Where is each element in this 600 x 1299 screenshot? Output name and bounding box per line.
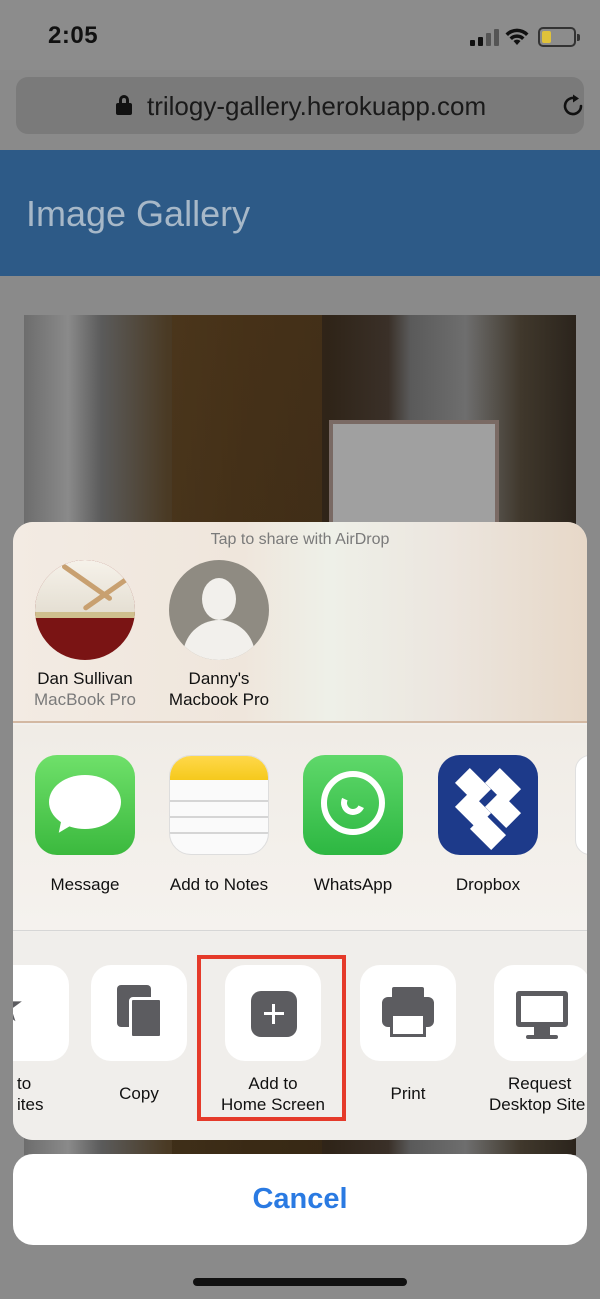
app-label: WhatsApp	[313, 875, 393, 894]
home-indicator[interactable]	[193, 1278, 407, 1286]
action-request-desktop-site[interactable]: Request Desktop Site	[477, 965, 587, 1115]
status-bar: 2:05	[0, 0, 600, 70]
share-sheet: Tap to share with AirDrop Dan Sullivan M…	[13, 522, 587, 1140]
cellular-signal-icon	[470, 28, 500, 46]
action-copy[interactable]: Copy	[74, 965, 204, 1104]
highlight-box	[197, 955, 346, 1121]
battery-icon	[538, 27, 580, 47]
app-label: Add to Notes	[169, 875, 269, 894]
airdrop-target-dannys-macbook[interactable]: Danny's Macbook Pro	[149, 560, 289, 710]
airdrop-hint: Tap to share with AirDrop	[210, 531, 390, 548]
message-icon	[35, 755, 135, 855]
airdrop-section: Tap to share with AirDrop Dan Sullivan M…	[13, 522, 587, 723]
notes-icon	[169, 755, 269, 855]
whatsapp-icon	[303, 755, 403, 855]
share-app-more[interactable]	[575, 755, 587, 855]
dropbox-icon	[438, 755, 538, 855]
reload-icon[interactable]	[560, 93, 586, 119]
action-label: Print	[390, 1084, 426, 1103]
star-icon: ★	[13, 965, 69, 1061]
app-label: Dropbox	[455, 875, 521, 894]
app-label: Message	[50, 875, 120, 894]
airdrop-device: MacBook Pro	[33, 690, 137, 709]
person-avatar-icon	[169, 560, 269, 660]
page-header: Image Gallery	[0, 150, 600, 276]
lock-icon	[116, 95, 132, 115]
share-app-notes[interactable]: Add to Notes	[159, 755, 279, 895]
action-label-line1: Request	[508, 1074, 572, 1093]
action-print[interactable]: Print	[343, 965, 473, 1104]
share-app-message[interactable]: Message	[25, 755, 145, 895]
share-app-whatsapp[interactable]: WhatsApp	[293, 755, 413, 895]
drum-avatar	[35, 560, 135, 660]
share-apps-row: Message Add to Notes WhatsApp Dropbox	[13, 725, 587, 931]
desktop-icon	[494, 965, 587, 1061]
battery-level	[542, 31, 551, 43]
status-time: 2:05	[48, 22, 99, 49]
share-actions-row: ★ to ites Copy Add to Home Screen	[13, 932, 587, 1140]
action-label: Copy	[119, 1084, 159, 1103]
print-icon	[360, 965, 456, 1061]
copy-icon	[91, 965, 187, 1061]
url-text[interactable]: trilogy-gallery.herokuapp.com	[147, 91, 486, 122]
share-app-dropbox[interactable]: Dropbox	[428, 755, 548, 895]
action-label-line2: Desktop Site	[489, 1095, 586, 1114]
airdrop-device: Macbook Pro	[168, 690, 270, 709]
cancel-button[interactable]: Cancel	[13, 1154, 587, 1245]
airdrop-name: Dan Sullivan	[37, 669, 133, 688]
airdrop-target-dan-sullivan[interactable]: Dan Sullivan MacBook Pro	[15, 560, 155, 710]
page-title: Image Gallery	[26, 193, 251, 234]
wifi-icon	[505, 28, 529, 45]
address-bar[interactable]: trilogy-gallery.herokuapp.com	[16, 77, 584, 134]
airdrop-name: Danny's	[188, 669, 250, 688]
